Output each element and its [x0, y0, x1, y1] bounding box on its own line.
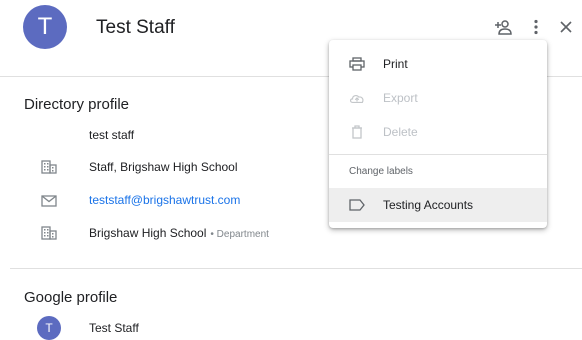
- menu-label-export: Export: [383, 91, 418, 105]
- section-divider: [10, 268, 582, 269]
- menu-label-print: Print: [383, 57, 408, 71]
- add-to-contacts-icon[interactable]: [492, 16, 514, 38]
- print-icon: [349, 56, 365, 72]
- menu-item-delete[interactable]: Delete: [329, 115, 547, 149]
- google-profile-title: Google profile: [24, 289, 118, 306]
- email-icon: [41, 193, 57, 209]
- google-name: Test Staff: [89, 321, 139, 335]
- cloud-upload-icon: [349, 90, 365, 106]
- more-vert-icon[interactable]: [525, 16, 547, 38]
- close-icon[interactable]: [555, 16, 577, 38]
- contact-avatar: T: [23, 5, 67, 49]
- menu-label-delete: Delete: [383, 125, 418, 139]
- label-icon: [349, 197, 365, 213]
- change-labels-heading: Change labels: [349, 166, 413, 177]
- directory-department: Brigshaw High School • Department: [89, 226, 269, 240]
- more-actions-menu: Print Export Delete Change labels Testin…: [329, 40, 547, 228]
- directory-profile-title: Directory profile: [24, 96, 130, 113]
- menu-item-export[interactable]: Export: [329, 81, 547, 115]
- department-name: Brigshaw High School: [89, 226, 207, 240]
- menu-item-label-testing-accounts[interactable]: Testing Accounts: [329, 188, 547, 222]
- menu-item-print[interactable]: Print: [329, 47, 547, 81]
- contact-name-title: Test Staff: [96, 17, 175, 38]
- directory-job: Staff, Brigshaw High School: [89, 160, 238, 174]
- google-avatar: T: [37, 316, 61, 340]
- directory-email-link[interactable]: teststaff@brigshawtrust.com: [89, 193, 240, 207]
- menu-divider: [329, 154, 547, 155]
- department-building-icon: [41, 225, 57, 241]
- building-icon: [41, 159, 57, 175]
- directory-name: test staff: [89, 128, 135, 142]
- menu-label-testing-accounts: Testing Accounts: [383, 198, 474, 212]
- department-label: • Department: [210, 229, 269, 240]
- trash-icon: [349, 124, 365, 140]
